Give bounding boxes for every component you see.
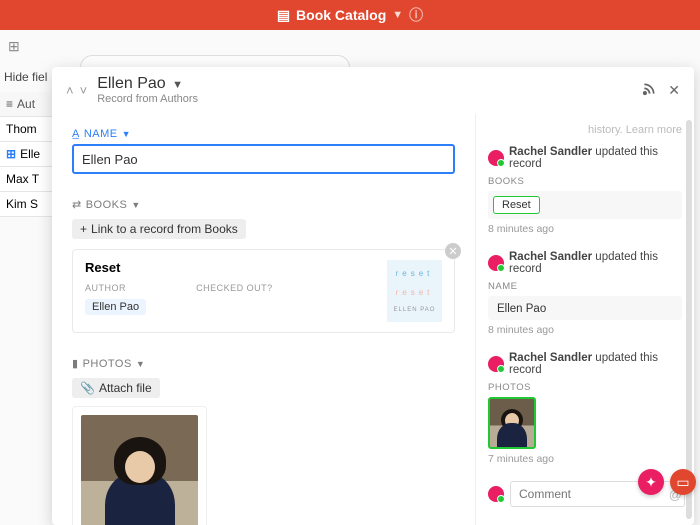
caret-down-icon[interactable]: ▼ bbox=[131, 200, 140, 210]
column-label: Aut bbox=[17, 97, 35, 111]
new-value: Ellen Pao bbox=[493, 301, 550, 317]
add-block-icon[interactable]: ⊞ bbox=[8, 38, 20, 55]
attachment-card[interactable] bbox=[72, 406, 207, 525]
table-row[interactable]: Kim S bbox=[0, 192, 60, 217]
plus-icon: + bbox=[80, 222, 87, 236]
expand-icon[interactable]: ⊞ bbox=[6, 147, 16, 161]
change-value: Ellen Pao bbox=[488, 296, 682, 320]
actor-name[interactable]: Rachel Sandler bbox=[509, 352, 592, 364]
record-title: Ellen Pao bbox=[97, 75, 166, 92]
next-record-icon[interactable]: ˅ bbox=[80, 83, 88, 98]
prev-record-icon[interactable]: ˄ bbox=[66, 83, 74, 98]
caret-down-icon[interactable]: ▼ bbox=[392, 9, 403, 21]
text-field-icon: A̲ bbox=[72, 128, 80, 140]
user-avatar[interactable] bbox=[488, 486, 504, 502]
modal-header: ˄ ˅ Ellen Pao ▼ Record from Authors ✕ bbox=[52, 67, 694, 114]
button-label: Attach file bbox=[99, 381, 152, 395]
record-modal: ˄ ˅ Ellen Pao ▼ Record from Authors ✕ A̲… bbox=[52, 67, 694, 525]
close-icon[interactable]: ✕ bbox=[668, 82, 680, 99]
intercom-fab[interactable]: ▭ bbox=[670, 469, 696, 495]
attach-file-button[interactable]: 📎 Attach file bbox=[72, 378, 160, 398]
user-avatar[interactable] bbox=[488, 356, 504, 372]
name-field-label[interactable]: A̲ NAME ▼ bbox=[72, 128, 455, 140]
cell: Thom bbox=[6, 122, 37, 136]
actor-name[interactable]: Rachel Sandler bbox=[509, 146, 592, 158]
cell: Max T bbox=[6, 172, 39, 186]
caret-down-icon[interactable]: ▼ bbox=[172, 79, 183, 91]
cell: Kim S bbox=[6, 197, 38, 211]
change-value: Reset bbox=[488, 191, 682, 219]
button-label: Link to a record from Books bbox=[91, 222, 238, 236]
books-field-label[interactable]: ⇄ BOOKS ▼ bbox=[72, 198, 455, 211]
author-chip: Ellen Pao bbox=[85, 299, 146, 315]
book-cover-thumb: resetresetELLEN PAO bbox=[387, 260, 442, 322]
book-icon: ▤ bbox=[277, 7, 290, 24]
cell: Elle bbox=[20, 147, 40, 161]
portrait-photo bbox=[81, 415, 198, 525]
table-row[interactable]: ⊞ Elle bbox=[0, 142, 60, 167]
help-fab[interactable]: ✦ bbox=[638, 469, 664, 495]
workspace: ⊞ Hide fiel ≡ Aut Thom ⊞ Elle Max T Kim S… bbox=[0, 30, 700, 525]
linked-record-card[interactable]: ✕ Reset AUTHOR Ellen Pao CHECKED OUT? bbox=[72, 249, 455, 333]
data-grid: ≡ Aut Thom ⊞ Elle Max T Kim S bbox=[0, 92, 60, 217]
activity-item: Rachel Sandler updated this record NAME … bbox=[488, 251, 682, 336]
label-text: NAME bbox=[84, 128, 118, 140]
table-row[interactable]: Thom bbox=[0, 117, 60, 142]
link-record-button[interactable]: + Link to a record from Books bbox=[72, 219, 246, 239]
fab-group: ✦ ▭ bbox=[638, 469, 696, 495]
user-avatar[interactable] bbox=[488, 150, 504, 166]
linked-title: Reset bbox=[85, 260, 377, 275]
activity-item: Rachel Sandler updated this record BOOKS… bbox=[488, 146, 682, 235]
subscribe-icon[interactable] bbox=[642, 82, 656, 99]
attachment-field-icon: ▮ bbox=[72, 357, 79, 370]
changed-field: NAME bbox=[488, 281, 682, 292]
added-chip[interactable]: Reset bbox=[493, 196, 540, 214]
caret-down-icon[interactable]: ▼ bbox=[122, 129, 131, 139]
changed-field: PHOTOS bbox=[488, 382, 682, 393]
activity-item: Rachel Sandler updated this record PHOTO… bbox=[488, 352, 682, 465]
unlink-icon[interactable]: ✕ bbox=[445, 243, 461, 259]
timestamp: 8 minutes ago bbox=[488, 324, 682, 336]
app-header: ▤ Book Catalog ▼ ⓘ bbox=[0, 0, 700, 30]
author-label: AUTHOR bbox=[85, 283, 146, 293]
timestamp: 7 minutes ago bbox=[488, 453, 682, 465]
base-title[interactable]: Book Catalog bbox=[296, 7, 386, 23]
paperclip-icon: 📎 bbox=[80, 381, 95, 395]
caret-down-icon[interactable]: ▼ bbox=[136, 359, 145, 369]
timestamp: 8 minutes ago bbox=[488, 223, 682, 235]
column-header[interactable]: ≡ Aut bbox=[0, 92, 60, 117]
table-row[interactable]: Max T bbox=[0, 167, 60, 192]
link-field-icon: ⇄ bbox=[72, 198, 82, 211]
changed-field: BOOKS bbox=[488, 176, 682, 187]
checked-out-label: CHECKED OUT? bbox=[196, 283, 273, 293]
name-input[interactable] bbox=[72, 144, 455, 174]
activity-feed: history. Learn more Rachel Sandler updat… bbox=[476, 114, 694, 525]
label-text: PHOTOS bbox=[83, 358, 132, 370]
record-fields: A̲ NAME ▼ ⇄ BOOKS ▼ + Link to a record f… bbox=[52, 114, 476, 525]
label-text: BOOKS bbox=[86, 199, 128, 211]
text-icon: ≡ bbox=[6, 97, 13, 111]
photos-field-label[interactable]: ▮ PHOTOS ▼ bbox=[72, 357, 455, 370]
user-avatar[interactable] bbox=[488, 255, 504, 271]
history-hint[interactable]: history. Learn more bbox=[488, 124, 682, 136]
actor-name[interactable]: Rachel Sandler bbox=[509, 251, 592, 263]
added-photo[interactable] bbox=[488, 397, 536, 449]
record-subtitle: Record from Authors bbox=[97, 93, 198, 105]
hide-fields-button[interactable]: Hide fiel bbox=[4, 70, 47, 84]
info-icon[interactable]: ⓘ bbox=[409, 5, 423, 25]
